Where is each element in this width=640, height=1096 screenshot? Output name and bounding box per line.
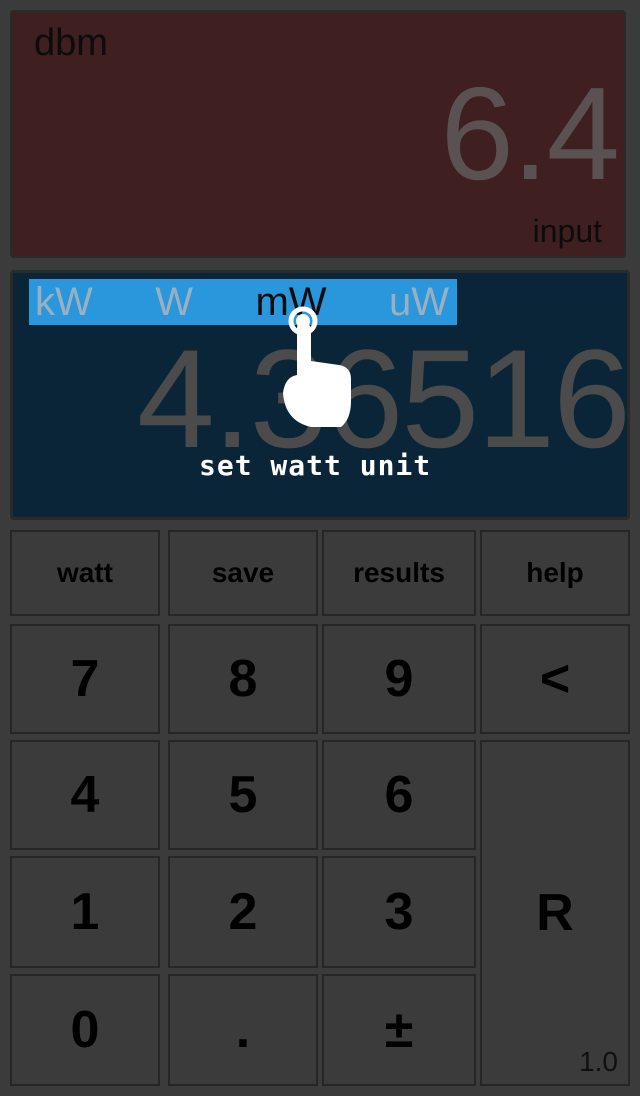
key-2[interactable]: 2 xyxy=(168,856,318,968)
version-label: 1.0 xyxy=(579,1046,618,1077)
watt-unit-selector[interactable]: kW W mW uW xyxy=(29,279,457,325)
hint-text: set watt unit xyxy=(199,449,432,482)
help-button[interactable]: help xyxy=(480,530,630,616)
reset-label: R xyxy=(536,884,574,942)
result-display[interactable]: 4.36516 kW W mW uW set watt unit xyxy=(10,270,630,520)
key-4[interactable]: 4 xyxy=(10,740,160,850)
reset-button[interactable]: R 1.0 xyxy=(480,740,630,1086)
key-6[interactable]: 6 xyxy=(322,740,476,850)
key-3[interactable]: 3 xyxy=(322,856,476,968)
tap-hand-icon xyxy=(283,306,351,427)
key-5[interactable]: 5 xyxy=(168,740,318,850)
input-display[interactable]: dbm 6.4 input xyxy=(10,10,626,258)
input-unit-label: dbm xyxy=(34,22,108,64)
key-7[interactable]: 7 xyxy=(10,624,160,734)
result-value: 4.36516 xyxy=(136,320,629,477)
watt-button[interactable]: watt xyxy=(10,530,160,616)
key-9[interactable]: 9 xyxy=(322,624,476,734)
plus-minus-button[interactable]: ± xyxy=(322,974,476,1086)
input-caption: input xyxy=(532,213,602,249)
results-button[interactable]: results xyxy=(322,530,476,616)
backspace-button[interactable]: < xyxy=(480,624,630,734)
key-8[interactable]: 8 xyxy=(168,624,318,734)
key-0[interactable]: 0 xyxy=(10,974,160,1086)
decimal-point-button[interactable]: . xyxy=(168,974,318,1086)
unit-option-kw[interactable]: kW xyxy=(35,280,93,325)
save-button[interactable]: save xyxy=(168,530,318,616)
key-1[interactable]: 1 xyxy=(10,856,160,968)
app-window: dbm 6.4 input 4.36516 kW W mW uW set wat… xyxy=(0,0,640,1096)
input-value: 6.4 xyxy=(440,60,620,207)
unit-option-uw[interactable]: uW xyxy=(389,280,449,325)
unit-option-w[interactable]: W xyxy=(155,280,193,325)
